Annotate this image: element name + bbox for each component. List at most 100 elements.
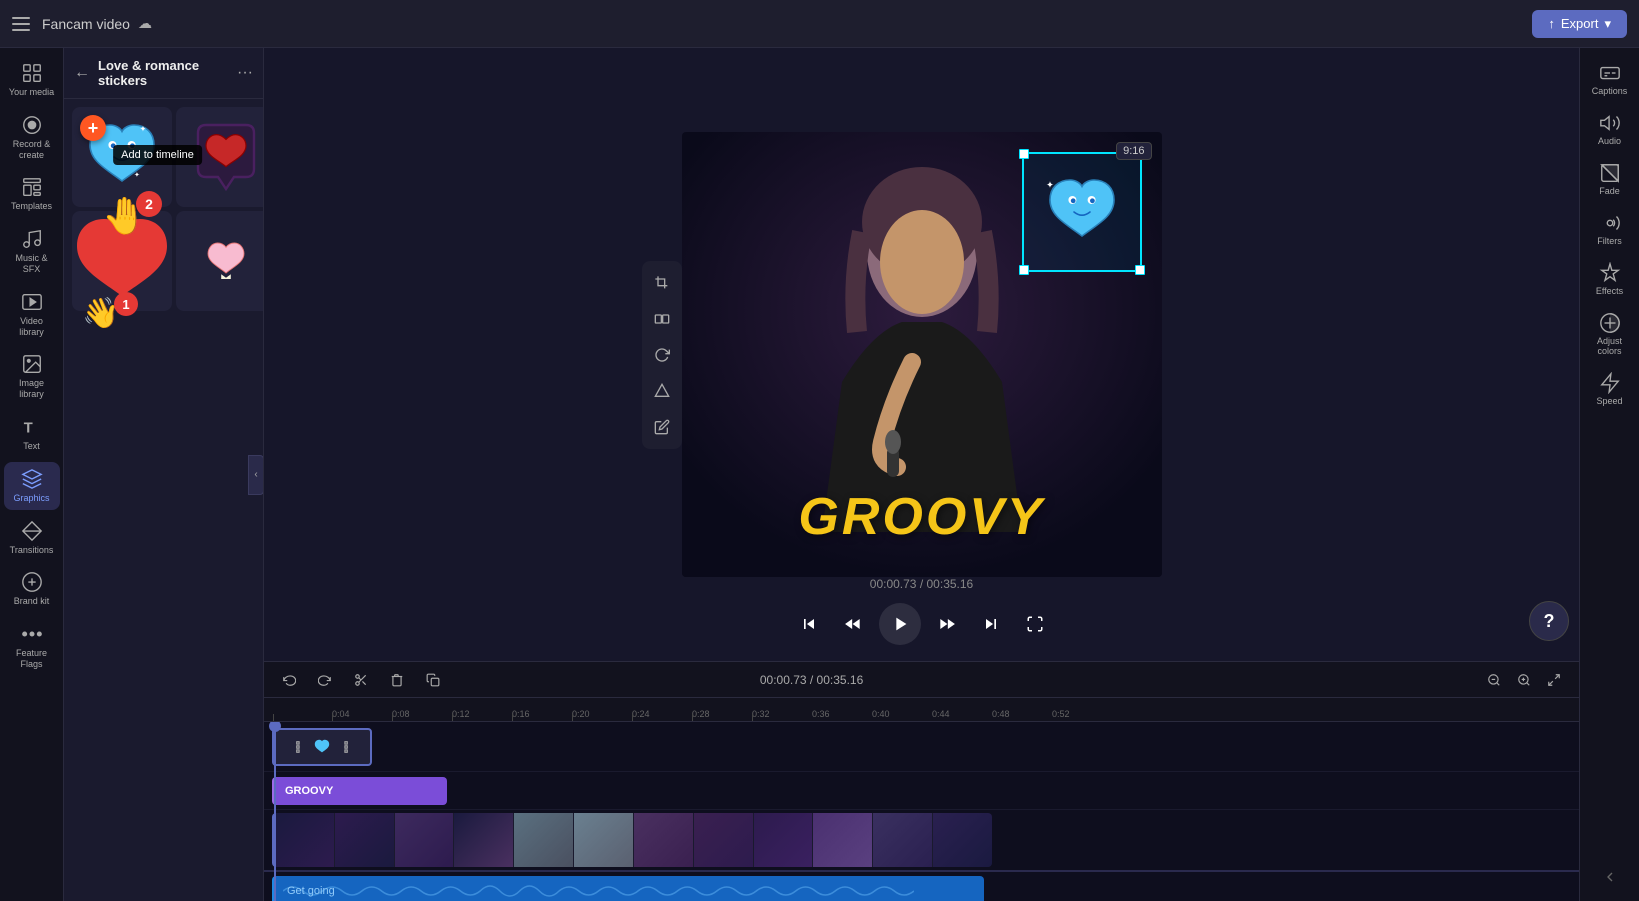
- selection-handle-br[interactable]: [1135, 265, 1145, 275]
- right-panel: Captions Audio Fade Filters: [1579, 48, 1639, 901]
- redo-button[interactable]: [312, 667, 338, 693]
- sidebar-label-graphics: Graphics: [13, 493, 49, 504]
- filters-label: Filters: [1597, 236, 1622, 246]
- expand-timeline-button[interactable]: [1541, 667, 1567, 693]
- adjust-colors-icon: [1599, 312, 1621, 334]
- add-plus-button[interactable]: +: [80, 115, 106, 141]
- sticker-track: [264, 722, 1579, 772]
- skip-back-button[interactable]: [791, 606, 827, 642]
- triangle-tool-button[interactable]: [646, 375, 678, 407]
- sidebar-item-text[interactable]: T Text: [4, 410, 60, 458]
- graphics-icon: [21, 468, 43, 490]
- skip-forward-button[interactable]: [973, 606, 1009, 642]
- scissors-button[interactable]: [348, 667, 374, 693]
- aspect-ratio-badge: 9:16: [1116, 142, 1151, 160]
- export-chevron-icon: ▾: [1604, 16, 1611, 32]
- effects-label: Effects: [1596, 286, 1623, 296]
- template-icon: [21, 176, 43, 198]
- crop-tool-button[interactable]: [646, 267, 678, 299]
- play-button[interactable]: [879, 603, 921, 645]
- music-icon: [21, 228, 43, 250]
- timeline-tracks: GROOVY: [264, 722, 1579, 901]
- undo-button[interactable]: [276, 667, 302, 693]
- sidebar-label-text: Text: [23, 441, 40, 452]
- sidebar-item-your-media[interactable]: Your media: [4, 56, 60, 104]
- sidebar-item-brand-kit[interactable]: Brand kit: [4, 565, 60, 613]
- sidebar-label-templates: Templates: [11, 201, 52, 212]
- video-clip[interactable]: [272, 813, 992, 867]
- sidebar-item-music-sfx[interactable]: Music & SFX: [4, 222, 60, 281]
- sidebar-item-image-library[interactable]: Imagelibrary: [4, 347, 60, 406]
- edit-tool-button[interactable]: [646, 411, 678, 443]
- sidebar-item-graphics[interactable]: Graphics: [4, 462, 60, 510]
- text-clip[interactable]: GROOVY: [272, 777, 447, 805]
- right-panel-collapse[interactable]: [1584, 869, 1636, 893]
- sidebar-label-feature-flags: FeatureFlags: [16, 648, 47, 670]
- cursor-badge-1: 1: [114, 292, 138, 316]
- help-button[interactable]: ?: [1529, 601, 1569, 641]
- more-options-button[interactable]: ···: [237, 64, 253, 82]
- rotate-tool-button[interactable]: [646, 339, 678, 371]
- time-total: 00:35.16: [927, 577, 974, 591]
- sticker-overlay[interactable]: ✦: [1022, 152, 1142, 272]
- captions-label: Captions: [1592, 86, 1628, 96]
- right-panel-speed[interactable]: Speed: [1584, 366, 1636, 412]
- video-frame[interactable]: GROOVY ✦: [682, 132, 1162, 577]
- right-panel-audio[interactable]: Audio: [1584, 106, 1636, 152]
- duplicate-button[interactable]: [420, 667, 446, 693]
- zoom-out-button[interactable]: [1481, 667, 1507, 693]
- forward-button[interactable]: [929, 606, 965, 642]
- grid-icon: [21, 62, 43, 84]
- right-panel-fade[interactable]: Fade: [1584, 156, 1636, 202]
- sidebar-item-templates[interactable]: Templates: [4, 170, 60, 218]
- dark-heart-bubble-svg: [186, 117, 264, 197]
- selection-handle-bl[interactable]: [1019, 265, 1029, 275]
- canvas-viewport: GROOVY ✦: [264, 48, 1579, 661]
- audio-panel-icon: [1599, 112, 1621, 134]
- flip-tool-button[interactable]: [646, 303, 678, 335]
- sticker-small-heart[interactable]: [176, 211, 264, 311]
- sticker-red-heart[interactable]: 👋 1: [72, 211, 172, 311]
- sidebar-item-transitions[interactable]: Trans­itions: [4, 514, 60, 562]
- sticker-blue-heart[interactable]: ✦ ✦ ✦ Add to timeline + 🤚 2: [72, 107, 172, 207]
- small-heart-svg: [196, 231, 256, 291]
- back-button[interactable]: ←: [74, 64, 90, 82]
- record-icon: [21, 114, 43, 136]
- audio-waveform: [275, 876, 984, 901]
- sticker-grid: ✦ ✦ ✦ Add to timeline + 🤚 2: [64, 99, 263, 319]
- sidebar-label-your-media: Your media: [9, 87, 54, 98]
- menu-button[interactable]: [12, 15, 30, 33]
- right-panel-captions[interactable]: Captions: [1584, 56, 1636, 102]
- timeline-time-display: 00:00.73 / 00:35.16: [760, 673, 863, 687]
- time-display: 00:00.73 / 00:35.16: [870, 577, 973, 591]
- export-arrow-icon: ↑: [1548, 16, 1555, 31]
- delete-button[interactable]: [384, 667, 410, 693]
- sticker-dark-heart-bubble[interactable]: [176, 107, 264, 207]
- sidebar-item-feature-flags[interactable]: FeatureFlags: [4, 617, 60, 676]
- selection-handle-tl[interactable]: [1019, 149, 1029, 159]
- playback-controls: 00:00.73 / 00:35.16: [791, 603, 1053, 645]
- right-panel-effects[interactable]: Effects: [1584, 256, 1636, 302]
- fullscreen-button[interactable]: [1017, 606, 1053, 642]
- fade-icon: [1599, 162, 1621, 184]
- transitions-icon: [21, 520, 43, 542]
- right-panel-adjust-colors[interactable]: Adjustcolors: [1584, 306, 1636, 362]
- collapse-panel-button[interactable]: ‹: [248, 455, 264, 495]
- rewind-button[interactable]: [835, 606, 871, 642]
- adjust-colors-label: Adjustcolors: [1597, 336, 1622, 356]
- sidebar-item-video-library[interactable]: Video library: [4, 285, 60, 344]
- sidebar-item-record-create[interactable]: Record &create: [4, 108, 60, 167]
- sticker-clip[interactable]: [272, 728, 372, 766]
- sidebar-label-video-library: Video library: [8, 316, 56, 338]
- sticker-panel-header: ← Love & romance stickers ···: [64, 48, 263, 99]
- zoom-in-button[interactable]: [1511, 667, 1537, 693]
- audio-clip[interactable]: Get going: [272, 876, 984, 901]
- timeline-content: 0:04 0:08 0:12 0:16 0:20 0:24: [264, 698, 1579, 901]
- export-button[interactable]: ↑ Export ▾: [1532, 10, 1627, 38]
- svg-text:✦: ✦: [134, 170, 140, 179]
- canvas-area: GROOVY ✦: [264, 48, 1579, 901]
- right-panel-filters[interactable]: Filters: [1584, 206, 1636, 252]
- filters-icon: [1599, 212, 1621, 234]
- unsaved-icon: ☁: [138, 15, 152, 32]
- topbar-left: [12, 15, 30, 33]
